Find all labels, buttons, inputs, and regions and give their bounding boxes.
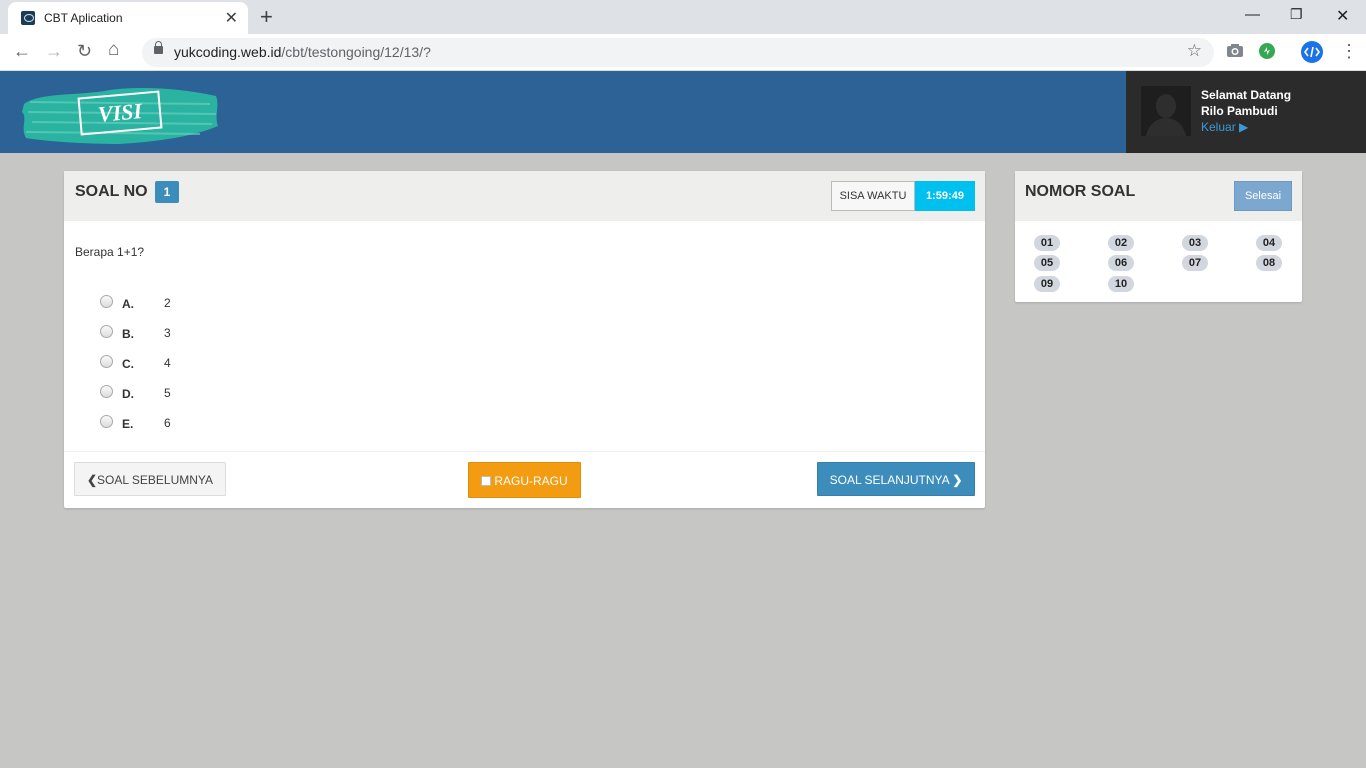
- question-title: SOAL NO: [75, 183, 148, 200]
- code-extension-icon[interactable]: [1300, 40, 1324, 64]
- question-number-02[interactable]: 02: [1108, 235, 1134, 251]
- timer-label: SISA WAKTU: [831, 181, 915, 211]
- timer-value: 1:59:49: [915, 181, 975, 211]
- panel-divider: [64, 451, 985, 452]
- option-letter: A.: [122, 297, 134, 311]
- user-silhouette-icon: [1146, 94, 1186, 136]
- restore-icon[interactable]: ❐: [1290, 6, 1303, 23]
- question-number-05[interactable]: 05: [1034, 255, 1060, 271]
- question-panel: SOAL NO 1 SISA WAKTU 1:59:49 Berapa 1+1?…: [64, 171, 985, 508]
- home-icon[interactable]: ⌂: [108, 39, 119, 61]
- option-e-radio[interactable]: [100, 415, 113, 428]
- extension-icon[interactable]: [1258, 42, 1276, 60]
- logout-link[interactable]: Keluar ▶: [1201, 119, 1291, 135]
- lock-icon: [154, 41, 163, 54]
- previous-question-button[interactable]: ❮SOAL SEBELUMNYA: [74, 462, 226, 496]
- close-window-icon[interactable]: ✕: [1336, 6, 1349, 26]
- question-number-08[interactable]: 08: [1256, 255, 1282, 271]
- menu-kebab-icon[interactable]: ⋮: [1340, 41, 1358, 62]
- option-letter: C.: [122, 357, 134, 371]
- question-number-09[interactable]: 09: [1034, 276, 1060, 292]
- tab-title: CBT Aplication: [44, 11, 123, 25]
- reload-icon[interactable]: ↻: [77, 41, 92, 62]
- welcome-text: Selamat Datang: [1201, 88, 1292, 102]
- question-panel-header: SOAL NO 1 SISA WAKTU 1:59:49: [64, 171, 985, 221]
- option-a-radio[interactable]: [100, 295, 113, 308]
- browser-toolbar: ← → ↻ ⌂ yukcoding.web.id/cbt/testongoing…: [0, 34, 1366, 71]
- avatar: [1141, 86, 1191, 136]
- option-d-radio[interactable]: [100, 385, 113, 398]
- doubt-checkbox[interactable]: [481, 476, 492, 486]
- question-nav-header: NOMOR SOAL Selesai: [1015, 171, 1302, 221]
- browser-tab[interactable]: CBT Aplication ✕: [8, 2, 248, 34]
- doubt-button[interactable]: RAGU-RAGU: [468, 462, 581, 498]
- option-letter: B.: [122, 327, 134, 341]
- question-nav-panel: NOMOR SOAL Selesai 01 02 03 04 05 06 07 …: [1015, 171, 1302, 302]
- question-nav-title: NOMOR SOAL: [1025, 183, 1136, 200]
- next-question-button[interactable]: SOAL SELANJUTNYA ❯: [817, 462, 975, 496]
- option-text: 5: [164, 386, 171, 400]
- minimize-icon[interactable]: —: [1245, 6, 1260, 23]
- chevron-right-icon: ❯: [952, 473, 963, 487]
- option-b-radio[interactable]: [100, 325, 113, 338]
- question-number-10[interactable]: 10: [1108, 276, 1134, 292]
- option-text: 2: [164, 296, 171, 310]
- new-tab-icon[interactable]: +: [260, 4, 273, 30]
- address-bar[interactable]: yukcoding.web.id/cbt/testongoing/12/13/?…: [142, 38, 1214, 67]
- app-favicon-icon: [21, 11, 35, 25]
- question-number-06[interactable]: 06: [1108, 255, 1134, 271]
- app-header: VISI Selamat Datang Rilo Pambudi Keluar …: [0, 71, 1366, 153]
- svg-text:VISI: VISI: [97, 98, 144, 127]
- bookmark-star-icon[interactable]: ☆: [1187, 41, 1202, 61]
- question-number-07[interactable]: 07: [1182, 255, 1208, 271]
- url-text: yukcoding.web.id/cbt/testongoing/12/13/?: [174, 44, 431, 60]
- question-number-04[interactable]: 04: [1256, 235, 1282, 251]
- user-panel: Selamat Datang Rilo Pambudi Keluar ▶: [1126, 71, 1366, 153]
- question-text: Berapa 1+1?: [75, 245, 145, 259]
- back-icon[interactable]: ←: [13, 41, 31, 62]
- forward-icon[interactable]: →: [45, 41, 63, 62]
- question-number-badge: 1: [155, 181, 179, 203]
- browser-tab-bar: CBT Aplication ✕ + — ❐ ✕: [0, 0, 1366, 34]
- option-letter: E.: [122, 417, 134, 431]
- chevron-left-icon: ❮: [86, 473, 97, 487]
- welcome-block: Selamat Datang Rilo Pambudi Keluar ▶: [1201, 87, 1291, 135]
- camera-icon[interactable]: [1226, 42, 1244, 58]
- question-number-01[interactable]: 01: [1034, 235, 1060, 251]
- option-text: 6: [164, 416, 171, 430]
- option-letter: D.: [122, 387, 134, 401]
- option-text: 4: [164, 356, 171, 370]
- visi-logo: VISI: [22, 88, 218, 144]
- question-number-03[interactable]: 03: [1182, 235, 1208, 251]
- user-name: Rilo Pambudi: [1201, 104, 1278, 118]
- close-tab-icon[interactable]: ✕: [225, 8, 238, 28]
- option-c-radio[interactable]: [100, 355, 113, 368]
- option-text: 3: [164, 326, 171, 340]
- finish-button[interactable]: Selesai: [1234, 181, 1292, 211]
